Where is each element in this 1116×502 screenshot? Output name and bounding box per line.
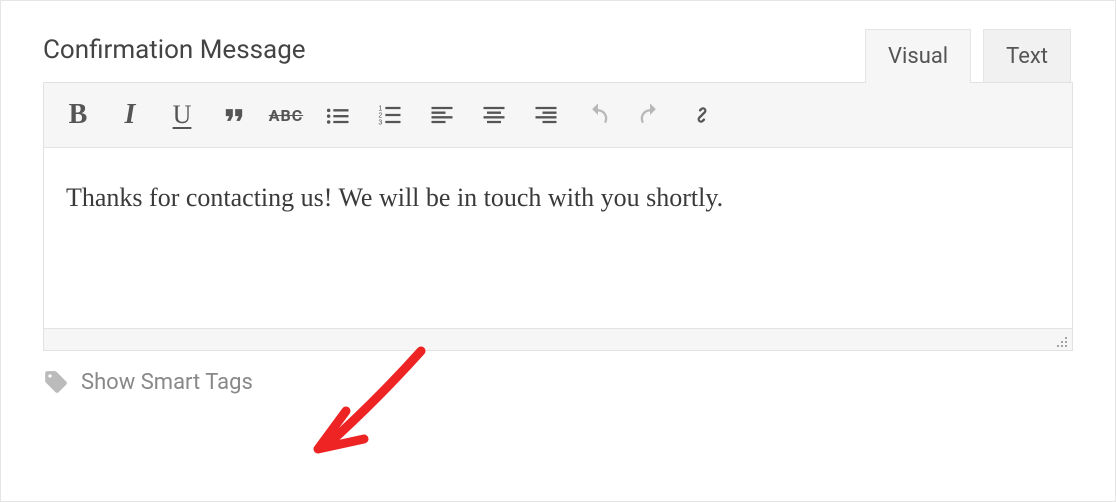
editor-tabs: Visual Text <box>865 29 1071 83</box>
numbered-list-icon: 1 2 3 <box>376 101 404 129</box>
link-button[interactable] <box>678 91 726 139</box>
strikethrough-button[interactable]: ABC <box>262 91 310 139</box>
smart-tags-label: Show Smart Tags <box>81 370 253 395</box>
align-right-icon <box>532 101 560 129</box>
tag-icon <box>43 369 69 395</box>
underline-button[interactable]: U <box>158 91 206 139</box>
strikethrough-icon: ABC <box>269 106 303 125</box>
editor-toolbar: B I U ABC 1 2 3 <box>44 83 1072 148</box>
resize-handle[interactable] <box>1052 332 1068 348</box>
bullet-list-button[interactable] <box>314 91 362 139</box>
confirmation-message-panel: Confirmation Message Visual Text B I U A… <box>0 0 1116 502</box>
bullet-list-icon <box>324 101 352 129</box>
quote-icon <box>220 101 248 129</box>
section-title: Confirmation Message <box>43 35 306 83</box>
show-smart-tags-link[interactable]: Show Smart Tags <box>43 369 1073 395</box>
undo-icon <box>584 101 612 129</box>
numbered-list-button[interactable]: 1 2 3 <box>366 91 414 139</box>
editor-textarea[interactable]: Thanks for contacting us! We will be in … <box>44 148 1072 328</box>
link-icon <box>688 101 716 129</box>
align-right-button[interactable] <box>522 91 570 139</box>
redo-button[interactable] <box>626 91 674 139</box>
svg-text:1: 1 <box>378 105 382 112</box>
align-left-button[interactable] <box>418 91 466 139</box>
redo-icon <box>636 101 664 129</box>
underline-icon: U <box>173 100 192 130</box>
tab-text[interactable]: Text <box>983 29 1071 83</box>
bold-button[interactable]: B <box>54 91 102 139</box>
bold-icon: B <box>69 99 88 131</box>
editor-container: B I U ABC 1 2 3 <box>43 82 1073 351</box>
svg-text:3: 3 <box>378 119 382 126</box>
editor-header: Confirmation Message Visual Text <box>43 29 1073 83</box>
italic-icon: I <box>125 99 136 131</box>
align-center-button[interactable] <box>470 91 518 139</box>
svg-text:2: 2 <box>378 112 382 119</box>
tab-visual[interactable]: Visual <box>865 29 971 83</box>
resize-bar <box>44 328 1072 350</box>
resize-grip-icon <box>1052 332 1068 348</box>
align-center-icon <box>480 101 508 129</box>
align-left-icon <box>428 101 456 129</box>
annotation-arrow <box>306 341 446 471</box>
blockquote-button[interactable] <box>210 91 258 139</box>
undo-button[interactable] <box>574 91 622 139</box>
italic-button[interactable]: I <box>106 91 154 139</box>
